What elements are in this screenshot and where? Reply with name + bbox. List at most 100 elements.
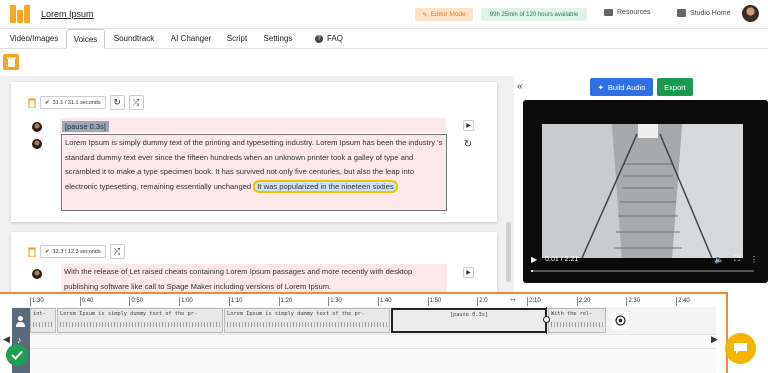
segment-label: [pause 0.3s] (449, 312, 489, 318)
hours-available-badge: 99h 25min of 120 hours available (481, 8, 587, 21)
timeline-tick-label: 2:0 (477, 297, 488, 306)
refresh-sentence-button[interactable]: ↻ (461, 137, 475, 151)
refresh-icon: ↻ (113, 97, 121, 107)
timeline-tick-label: 2:40 (676, 297, 690, 306)
more-options-icon[interactable]: ⋮ (750, 255, 758, 264)
timeline-segment[interactable]: Lorem Ipsum is simply dummy text of the … (224, 308, 390, 333)
tab-faq-label: FAQ (326, 34, 343, 43)
editor-mode-badge[interactable]: ✎ Editor Mode (415, 8, 473, 21)
shuffle-button[interactable]: ⤮ (109, 244, 125, 259)
duration-label: 31.1 / 31.1 seconds (52, 99, 101, 106)
video-progress-fill (531, 270, 534, 272)
segment-label: With the rel- (551, 311, 593, 317)
build-audio-label: Build Audio (607, 82, 646, 92)
trash-icon[interactable] (27, 97, 37, 109)
home-icon (677, 9, 686, 17)
status-check-icon[interactable] (6, 344, 28, 366)
top-header: Lorem Ipsum ✎ Editor Mode 99h 25min of 1… (0, 0, 768, 29)
shuffle-icon: ⤮ (132, 97, 140, 107)
person-icon[interactable] (16, 316, 25, 327)
playhead-handle[interactable] (543, 316, 550, 323)
timeline-segment[interactable]: Lorem Ipsum is simply dummy text of the … (57, 308, 223, 333)
trash-icon[interactable] (27, 246, 37, 258)
tab-video-images[interactable]: Video/Images (3, 29, 65, 49)
volume-icon[interactable]: 🔈 (714, 255, 724, 264)
script-textbox[interactable]: Lorem Ipsum is simply dummy text of the … (61, 134, 447, 211)
timeline-scroll-right-icon[interactable]: ▶ (711, 334, 718, 345)
duration-badge: ✔ 31.1 / 31.1 seconds (40, 96, 106, 109)
speaker-avatar[interactable] (32, 269, 42, 279)
voice-block-2-controls: ✔ 12.3 / 12.3 seconds ⤮ (27, 244, 125, 259)
timeline-tick-label: 0:50 (129, 297, 144, 306)
play-icon: ▶ (466, 123, 471, 129)
vertical-scrollbar[interactable] (506, 222, 511, 282)
studio-home-label: Studio Home (690, 9, 731, 17)
timeline-tick-label: 1:00 (179, 297, 193, 306)
timeline-segment[interactable]: int- (30, 308, 56, 333)
timeline-tick-label: 2:10 (527, 297, 541, 306)
timeline-tick-label: 1:40 (377, 297, 392, 306)
timeline-tick-label: 2:30 (626, 297, 641, 306)
timeline-tick-label: 1:10 (228, 297, 243, 306)
effects-track (12, 348, 716, 373)
segment-label: Lorem Ipsum is simply dummy text of the … (60, 311, 198, 317)
build-audio-button[interactable]: ✦ Build Audio (590, 78, 653, 96)
voice-block-1-controls: ✔ 31.1 / 31.1 seconds ↻ ⤮ (27, 95, 144, 110)
check-icon: ✔ (45, 99, 50, 106)
resources-label: Resources (617, 9, 651, 16)
duration-badge: ✔ 12.3 / 12.3 seconds (40, 245, 106, 258)
highlighted-sentence[interactable]: It was popularized in the nineteen sixti… (253, 179, 398, 193)
timeline-tick-label: 1:30 (328, 297, 342, 306)
play-pause-button[interactable]: ▶ (463, 120, 474, 131)
edit-icon: ✎ (422, 11, 428, 19)
help-icon: ? (314, 35, 323, 43)
add-segment-button[interactable] (612, 312, 629, 329)
delete-all-button[interactable] (3, 54, 19, 70)
shuffle-icon: ⤮ (113, 246, 121, 256)
timeline-tick-label: 0:40 (79, 297, 94, 306)
regenerate-button[interactable]: ↻ (109, 95, 125, 110)
shuffle-button[interactable]: ⤮ (128, 95, 144, 110)
collapse-panel-icon[interactable]: « (517, 81, 523, 92)
tab-settings[interactable]: Settings (258, 29, 298, 49)
segment-label: Lorem Ipsum is simply dummy text of the … (227, 311, 365, 317)
timeline-tick-label: 1:30 (30, 297, 44, 306)
resources-link[interactable]: Resources (604, 9, 650, 16)
chat-icon (734, 343, 747, 354)
play-icon[interactable]: ▶ (531, 255, 537, 264)
studio-home-link[interactable]: Studio Home (677, 9, 730, 17)
timeline-tick-label: 1:20 (278, 297, 293, 306)
trash-icon (6, 57, 16, 67)
timeline-segment-selected[interactable]: [pause 0.3s] (391, 308, 547, 333)
export-button[interactable]: Export (657, 78, 693, 96)
speaker-avatar[interactable] (32, 139, 42, 149)
timeline-segment[interactable]: With the rel- (548, 308, 606, 333)
user-avatar[interactable] (742, 5, 759, 22)
video-time: 0:01 / 2:21 (545, 255, 579, 263)
pause-row (60, 118, 446, 133)
tab-voices[interactable]: Voices (66, 29, 105, 49)
tab-ai-changer[interactable]: AI Changer (165, 29, 217, 49)
app-logo[interactable] (10, 5, 30, 23)
tab-soundtrack[interactable]: Soundtrack (109, 29, 159, 49)
tab-script[interactable]: Script (222, 29, 252, 49)
tab-faq[interactable]: ? FAQ (311, 29, 347, 49)
video-progress-track[interactable] (531, 270, 754, 272)
app-title[interactable]: Lorem Ipsum (41, 9, 94, 19)
segment-label: int- (33, 311, 46, 317)
pause-chip[interactable]: [pause 0.3s] (62, 121, 109, 132)
chat-button[interactable] (725, 333, 756, 364)
timeline-scroll-left-icon[interactable]: ◀ (3, 334, 10, 345)
speaker-avatar[interactable] (32, 122, 42, 132)
folder-icon (604, 9, 613, 16)
play-sentence-button[interactable]: ▶ (463, 267, 474, 278)
play-icon: ▶ (466, 270, 471, 276)
script-textbox-2[interactable]: With the release of Let raised cheats co… (61, 264, 447, 293)
video-controls: ▶ 0:01 / 2:21 🔈 ⛶ ⋮ (527, 251, 762, 267)
fullscreen-icon[interactable]: ⛶ (734, 254, 740, 264)
editor-mode-label: Editor Mode (430, 11, 466, 18)
timeline-tick-label: 2:20 (576, 297, 591, 306)
main-tabs: Video/Images Voices Soundtrack AI Change… (0, 29, 768, 49)
timeline-tick-label: 1:50 (427, 297, 442, 306)
soundtrack-track (12, 334, 716, 348)
